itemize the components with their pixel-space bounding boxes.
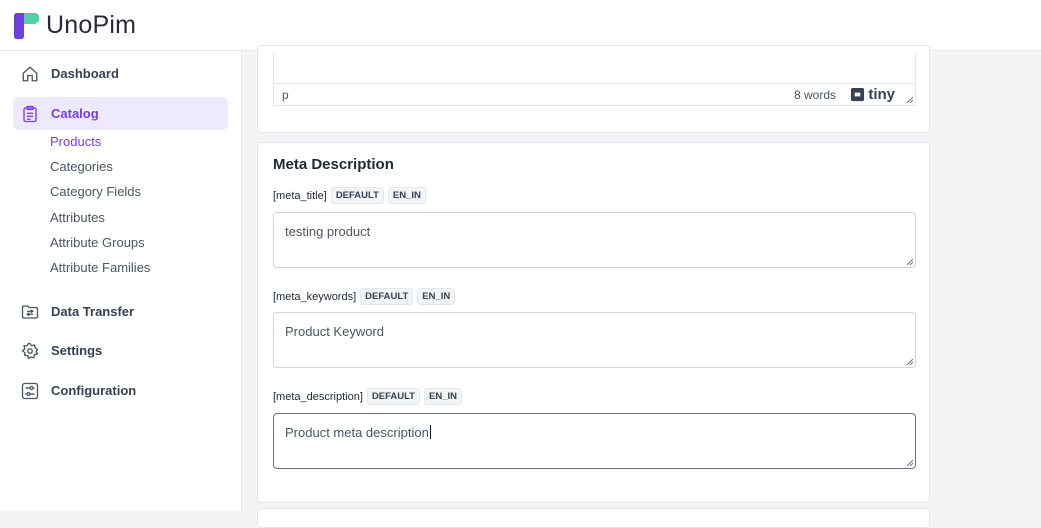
sidebar-subitem-category-fields[interactable]: Category Fields [50,184,141,199]
next-card [257,508,930,528]
rich-text-editor[interactable]: p 8 words tiny [273,52,916,106]
sidebar-subitem-categories[interactable]: Categories [50,159,113,174]
sidebar-item-configuration[interactable]: Configuration [13,374,228,407]
channel-tag: DEFAULT [366,388,420,405]
sidebar: Dashboard Catalog Products Categories Ca… [0,51,242,511]
gear-icon [19,340,41,362]
meta-keywords-input[interactable]: Product Keyword [273,312,916,368]
resize-handle-icon[interactable] [905,257,913,265]
input-value: testing product [285,224,371,239]
resize-handle-icon[interactable] [905,357,913,365]
sidebar-item-label: Data Transfer [51,304,135,319]
top-bar: UnoPim [0,0,1041,51]
word-count[interactable]: 8 words [794,88,836,102]
sidebar-item-label: Configuration [51,383,137,398]
main-content: p 8 words tiny Meta Description [meta_ti… [243,45,943,528]
sidebar-item-label: Settings [51,343,103,358]
sidebar-item-label: Dashboard [51,66,119,81]
locale-tag: EN_IN [387,187,426,204]
editor-statusbar: p 8 words tiny [274,83,915,105]
meta-title-input[interactable]: testing product [273,212,916,268]
element-path[interactable]: p [282,88,289,102]
unopim-logo-icon [14,12,39,39]
sidebar-item-data-transfer[interactable]: Data Transfer [13,295,228,328]
sidebar-subitem-attribute-groups[interactable]: Attribute Groups [50,235,145,250]
input-value: Product Keyword [285,324,384,339]
sidebar-subitem-attribute-families[interactable]: Attribute Families [50,260,150,275]
clipboard-icon [19,103,41,125]
sidebar-item-dashboard[interactable]: Dashboard [13,57,228,90]
field-label-meta-title: [meta_title] DEFAULT EN_IN [273,187,426,204]
meta-description-input[interactable]: Product meta description [273,413,916,469]
tiny-label: tiny [868,86,895,103]
sidebar-subitem-attributes[interactable]: Attributes [50,210,105,225]
sidebar-item-label: Catalog [51,106,99,121]
section-title: Meta Description [273,156,394,173]
app-name: UnoPim [46,11,137,39]
sidebar-subitem-products[interactable]: Products [50,134,101,149]
channel-tag: DEFAULT [330,187,384,204]
field-code: [meta_description] [273,390,363,403]
channel-tag: DEFAULT [360,288,414,305]
field-code: [meta_keywords] [273,290,357,303]
text-caret [429,425,431,439]
tiny-branding[interactable]: tiny [850,86,895,103]
sliders-icon [19,380,41,402]
description-card: p 8 words tiny [257,45,930,133]
sidebar-item-catalog[interactable]: Catalog [13,97,228,130]
folder-transfer-icon [19,301,41,323]
resize-handle-icon[interactable] [905,95,913,103]
field-label-meta-description: [meta_description] DEFAULT EN_IN [273,388,462,405]
tiny-logo-icon [851,87,865,102]
resize-handle-icon[interactable] [905,458,913,466]
home-icon [19,63,41,85]
app-logo[interactable]: UnoPim [12,11,136,40]
locale-tag: EN_IN [417,288,456,305]
locale-tag: EN_IN [424,388,462,405]
field-label-meta-keywords: [meta_keywords] DEFAULT EN_IN [273,288,456,305]
input-value: Product meta description [285,425,429,440]
meta-description-card: Meta Description [meta_title] DEFAULT EN… [257,142,930,503]
field-code: [meta_title] [273,189,327,202]
sidebar-item-settings[interactable]: Settings [13,334,228,367]
